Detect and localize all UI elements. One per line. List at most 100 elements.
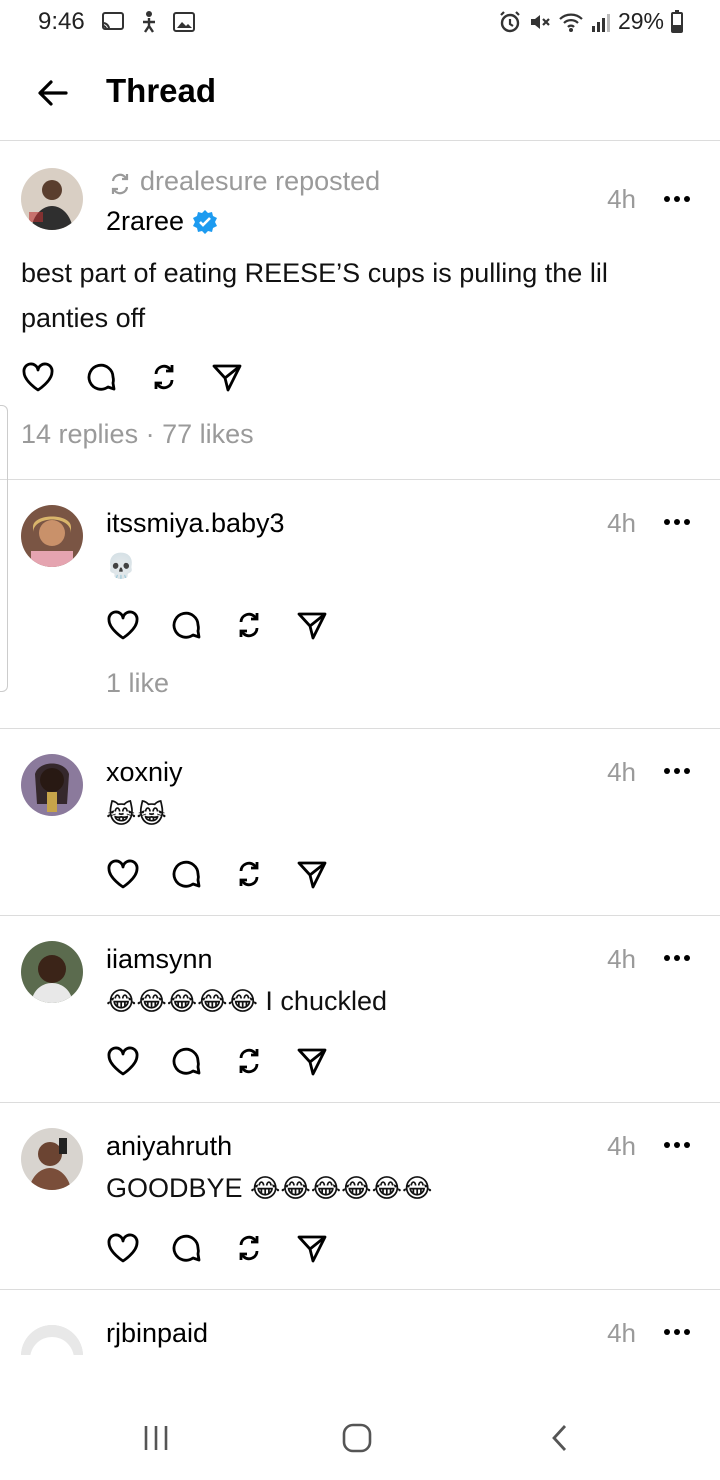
repost-icon bbox=[239, 861, 259, 887]
top-app-bar: Thread bbox=[0, 46, 720, 141]
avatar[interactable] bbox=[21, 1325, 83, 1355]
recent-apps-icon[interactable] bbox=[140, 1423, 172, 1453]
post-time: 4h bbox=[607, 1318, 636, 1348]
post-actions bbox=[106, 857, 358, 891]
heart-icon bbox=[22, 362, 54, 392]
reply-post: aniyahruth 4h GOODBYE 😂😂😂😂😂😂 bbox=[0, 1103, 720, 1290]
username[interactable]: rjbinpaid bbox=[106, 1318, 208, 1349]
post-actions bbox=[21, 360, 273, 394]
repost-icon bbox=[239, 612, 259, 638]
avatar[interactable] bbox=[21, 505, 83, 567]
send-icon bbox=[297, 612, 327, 640]
comment-icon bbox=[172, 1234, 201, 1262]
repost-icon bbox=[239, 1235, 259, 1261]
share-button[interactable] bbox=[295, 857, 358, 891]
signal-icon bbox=[591, 13, 610, 32]
post-time: 4h bbox=[607, 757, 636, 787]
share-button[interactable] bbox=[210, 360, 273, 394]
like-button[interactable] bbox=[106, 1044, 169, 1078]
like-button[interactable] bbox=[106, 1231, 169, 1265]
reply-post: iiamsynn 4h 😂😂😂😂😂 I chuckled bbox=[0, 916, 720, 1103]
like-button[interactable] bbox=[106, 608, 169, 642]
system-navigation-bar bbox=[0, 1395, 720, 1480]
avatar[interactable] bbox=[21, 754, 83, 816]
more-options-icon[interactable] bbox=[662, 766, 692, 776]
reply-text: 💀 bbox=[106, 543, 136, 589]
username[interactable]: xoxniy bbox=[106, 757, 183, 788]
repost-button[interactable] bbox=[232, 857, 295, 891]
reply-button[interactable] bbox=[169, 1231, 232, 1265]
username[interactable]: aniyahruth bbox=[106, 1131, 232, 1162]
like-button[interactable] bbox=[106, 857, 169, 891]
reply-button[interactable] bbox=[84, 360, 147, 394]
post-actions bbox=[106, 1231, 358, 1265]
repost-label[interactable]: drealesure reposted bbox=[140, 166, 380, 197]
username[interactable]: itssmiya.baby3 bbox=[106, 508, 285, 539]
avatar[interactable] bbox=[21, 168, 83, 230]
post-text-line-1: best part of eating REESE’S cups is pull… bbox=[21, 258, 608, 288]
avatar[interactable] bbox=[21, 1128, 83, 1190]
post-text-line-2: panties off bbox=[21, 303, 146, 333]
emoji-row: 😂😂😂😂😂😂 bbox=[250, 1173, 433, 1203]
more-options-icon[interactable] bbox=[662, 517, 692, 527]
comment-icon bbox=[172, 611, 201, 639]
emoji-row: 😂😂😂😂😂 bbox=[106, 986, 258, 1016]
wifi-icon bbox=[559, 13, 583, 32]
send-icon bbox=[297, 1048, 327, 1076]
post-actions bbox=[106, 1044, 358, 1078]
heart-icon bbox=[107, 1233, 139, 1263]
mute-icon bbox=[530, 14, 550, 29]
share-button[interactable] bbox=[295, 1231, 358, 1265]
reply-button[interactable] bbox=[169, 1044, 232, 1078]
repost-button[interactable] bbox=[232, 608, 295, 642]
status-time: 9:46 bbox=[38, 8, 85, 35]
repost-button[interactable] bbox=[232, 1231, 295, 1265]
more-options-icon[interactable] bbox=[662, 953, 692, 963]
post-actions bbox=[106, 608, 358, 642]
back-nav-icon[interactable] bbox=[546, 1421, 574, 1455]
post-stats[interactable]: 1 like bbox=[106, 668, 169, 699]
send-icon bbox=[212, 364, 242, 392]
repost-icon bbox=[154, 364, 174, 390]
post-stats[interactable]: 14 replies · 77 likes bbox=[21, 419, 254, 450]
reply-button[interactable] bbox=[169, 857, 232, 891]
heart-icon bbox=[107, 1046, 139, 1076]
more-options-icon[interactable] bbox=[662, 194, 692, 204]
username[interactable]: iiamsynn bbox=[106, 944, 213, 975]
reply-text-content: I chuckled bbox=[265, 986, 387, 1016]
send-icon bbox=[297, 861, 327, 889]
status-right-icons: 29% bbox=[498, 8, 684, 35]
repost-icon bbox=[239, 1048, 259, 1074]
reply-text: 😂😂😂😂😂 I chuckled bbox=[106, 979, 387, 1024]
post-text: best part of eating REESE’S cups is pull… bbox=[21, 251, 608, 341]
post-time: 4h bbox=[607, 184, 636, 214]
username[interactable]: 2raree bbox=[106, 206, 184, 237]
status-left-icons bbox=[100, 10, 196, 34]
avatar[interactable] bbox=[21, 941, 83, 1003]
alarm-icon bbox=[500, 10, 520, 32]
battery-percent: 29% bbox=[617, 8, 664, 34]
share-button[interactable] bbox=[295, 1044, 358, 1078]
like-button[interactable] bbox=[21, 360, 84, 394]
comment-icon bbox=[87, 363, 116, 391]
reply-button[interactable] bbox=[169, 608, 232, 642]
reply-text: 😹😹 bbox=[106, 792, 167, 837]
emoji-row: 😹😹 bbox=[106, 799, 167, 829]
emoji-row: 💀 bbox=[106, 553, 136, 580]
reply-post: xoxniy 4h 😹😹 bbox=[0, 729, 720, 916]
more-options-icon[interactable] bbox=[662, 1140, 692, 1150]
back-arrow-icon[interactable] bbox=[36, 76, 70, 110]
post-time: 4h bbox=[607, 944, 636, 974]
gallery-icon bbox=[173, 12, 195, 32]
battery-icon bbox=[671, 9, 683, 33]
send-icon bbox=[297, 1235, 327, 1263]
repost-button[interactable] bbox=[147, 360, 210, 394]
post-time: 4h bbox=[607, 1131, 636, 1161]
home-icon[interactable] bbox=[340, 1421, 374, 1455]
page-title: Thread bbox=[106, 72, 217, 109]
repost-icon bbox=[111, 173, 129, 195]
heart-icon bbox=[107, 859, 139, 889]
share-button[interactable] bbox=[295, 608, 358, 642]
repost-button[interactable] bbox=[232, 1044, 295, 1078]
more-options-icon[interactable] bbox=[662, 1327, 692, 1337]
